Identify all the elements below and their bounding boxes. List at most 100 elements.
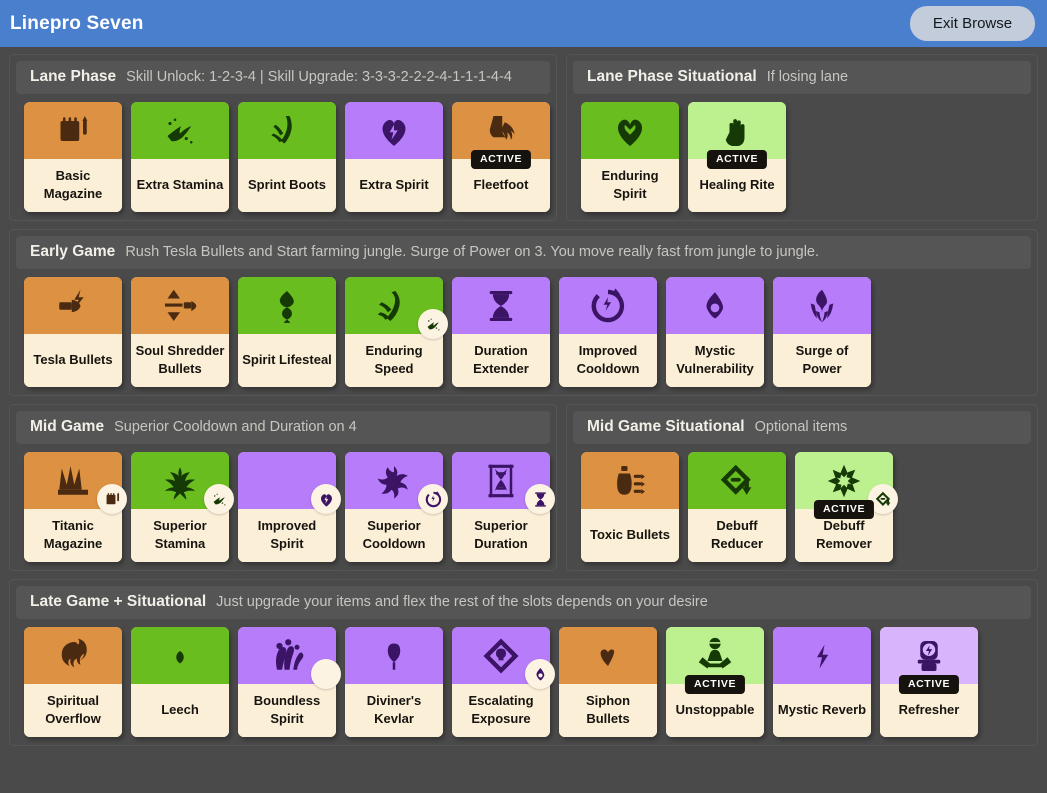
section-note: If losing lane — [766, 69, 849, 85]
item-card[interactable]: Mystic Reverb — [773, 627, 871, 737]
section-header: Lane Phase Skill Unlock: 1-2-3-4 | Skill … — [16, 61, 550, 94]
item-card[interactable]: Titanic Magazine — [24, 452, 127, 562]
section-note: Just upgrade your items and flex the res… — [216, 594, 708, 610]
item-icon-area — [452, 277, 550, 334]
section-title: Mid Game Situational — [587, 418, 745, 435]
item-label: Spiritual Overflow — [45, 693, 101, 726]
item-card[interactable]: Enduring Spirit — [581, 102, 679, 212]
leech-icon — [160, 636, 200, 676]
item-card[interactable]: Duration Extender — [452, 277, 550, 387]
item-label: Enduring Spirit — [601, 168, 659, 201]
exit-browse-button[interactable]: Exit Browse — [910, 6, 1035, 41]
titanic-magazine-icon — [53, 461, 93, 501]
item-label-area: Diviner's Kevlar — [345, 684, 443, 737]
section-late-game: Late Game + Situational Just upgrade your… — [9, 579, 1038, 746]
item-card[interactable]: ACTIVE Healing Rite — [688, 102, 786, 212]
item-card-list: Basic Magazine Extra Stamina Sprint Boots E… — [16, 102, 550, 212]
item-icon-area — [452, 627, 555, 689]
item-card[interactable]: Leech — [131, 627, 229, 737]
item-icon-area — [345, 277, 448, 339]
item-card[interactable]: Extra Stamina — [131, 102, 229, 212]
item-card[interactable]: Boundless Spirit — [238, 627, 341, 737]
item-label-area: Superior Cooldown — [345, 509, 443, 562]
item-label-area: Soul Shredder Bullets — [131, 334, 229, 387]
tesla-bullet-icon — [53, 286, 93, 326]
item-label-area: Tesla Bullets — [24, 334, 122, 387]
item-card-list: Spiritual Overflow Leech Boundless Spirit D… — [16, 627, 1031, 737]
diviners-kevlar-icon — [374, 636, 414, 676]
item-card[interactable]: ACTIVE Debuff Remover — [795, 452, 898, 562]
item-card[interactable]: Escalating Exposure — [452, 627, 555, 737]
item-icon-area — [581, 102, 679, 159]
item-card[interactable]: Spiritual Overflow — [24, 627, 122, 737]
item-icon-area — [559, 627, 657, 684]
mystic-reverb-icon — [802, 636, 842, 676]
item-label-area: Extra Spirit — [345, 159, 443, 212]
item-card[interactable]: ACTIVE Unstoppable — [666, 627, 764, 737]
section-row: Early Game Rush Tesla Bullets and Start f… — [9, 229, 1038, 396]
item-label-area: Titanic Magazine — [24, 509, 122, 562]
active-badge: ACTIVE — [898, 675, 960, 694]
item-icon-area — [345, 452, 448, 514]
item-card[interactable]: Improved Cooldown — [559, 277, 657, 387]
item-card[interactable]: Sprint Boots — [238, 102, 336, 212]
item-icon-area — [345, 102, 443, 159]
item-label: Leech — [161, 701, 199, 717]
active-badge: ACTIVE — [813, 500, 875, 519]
item-card[interactable]: Improved Spirit — [238, 452, 341, 562]
item-card[interactable]: Superior Cooldown — [345, 452, 448, 562]
section-note: Optional items — [754, 419, 848, 435]
item-card[interactable]: Enduring Speed — [345, 277, 448, 387]
item-card[interactable]: Siphon Bullets — [559, 627, 657, 737]
item-icon-area — [238, 627, 341, 689]
section-header: Late Game + Situational Just upgrade your… — [16, 586, 1031, 619]
item-label: Superior Cooldown — [362, 518, 426, 551]
item-card[interactable]: Soul Shredder Bullets — [131, 277, 229, 387]
item-label-area: Superior Duration — [452, 509, 550, 562]
item-card[interactable]: Mystic Vulnerability — [666, 277, 764, 387]
item-icon-area — [773, 627, 871, 684]
item-card[interactable]: ACTIVE Refresher — [880, 627, 978, 737]
soul-shredder-icon — [160, 286, 200, 326]
item-label: Toxic Bullets — [590, 526, 670, 542]
item-card[interactable]: Surge of Power — [773, 277, 871, 387]
item-label-area: Mystic Reverb — [773, 684, 871, 737]
item-card[interactable]: Superior Duration — [452, 452, 555, 562]
item-card[interactable]: Tesla Bullets — [24, 277, 122, 387]
item-label: Debuff Remover — [816, 518, 872, 551]
item-card-list: Tesla Bullets Soul Shredder Bullets Spirit… — [16, 277, 1031, 387]
active-badge: ACTIVE — [684, 675, 746, 694]
magazine-icon — [53, 111, 93, 151]
item-icon-area — [24, 277, 122, 334]
item-icon-area — [559, 277, 657, 334]
section-title: Lane Phase Situational — [587, 68, 757, 85]
item-label: Diviner's Kevlar — [366, 693, 422, 726]
item-card[interactable]: Superior Stamina — [131, 452, 234, 562]
tier-badge-mystic-vuln-icon — [525, 659, 555, 689]
item-label: Boundless Spirit — [253, 693, 321, 726]
item-label-area: Improved Cooldown — [559, 334, 657, 387]
section-lane-phase: Lane Phase Skill Unlock: 1-2-3-4 | Skill … — [9, 54, 557, 221]
item-label: Enduring Speed — [365, 343, 423, 376]
item-label: Improved Spirit — [257, 518, 317, 551]
tier-badge-stamina-icon — [418, 309, 448, 339]
item-card[interactable]: Extra Spirit — [345, 102, 443, 212]
section-lane-phase-situational: Lane Phase Situational If losing lane Endu… — [566, 54, 1038, 221]
item-card[interactable]: Basic Magazine — [24, 102, 122, 212]
item-label-area: Superior Stamina — [131, 509, 229, 562]
item-icon-area: ACTIVE — [666, 627, 764, 694]
item-card[interactable]: Toxic Bullets — [581, 452, 679, 562]
item-label: Superior Duration — [474, 518, 528, 551]
item-label-area: Surge of Power — [773, 334, 871, 387]
item-label: Sprint Boots — [248, 176, 326, 192]
item-label: Surge of Power — [795, 343, 849, 376]
enduring-heart-icon — [610, 111, 650, 151]
section-header: Mid Game Situational Optional items — [573, 411, 1031, 444]
item-card[interactable]: Spirit Lifesteal — [238, 277, 336, 387]
item-card[interactable]: Debuff Reducer — [688, 452, 786, 562]
item-card[interactable]: Diviner's Kevlar — [345, 627, 443, 737]
spirit-lifesteal-icon — [267, 286, 307, 326]
item-card[interactable]: ACTIVE Fleetfoot — [452, 102, 550, 212]
app-title: Linepro Seven — [10, 12, 144, 34]
toxic-bullets-icon — [610, 461, 650, 501]
